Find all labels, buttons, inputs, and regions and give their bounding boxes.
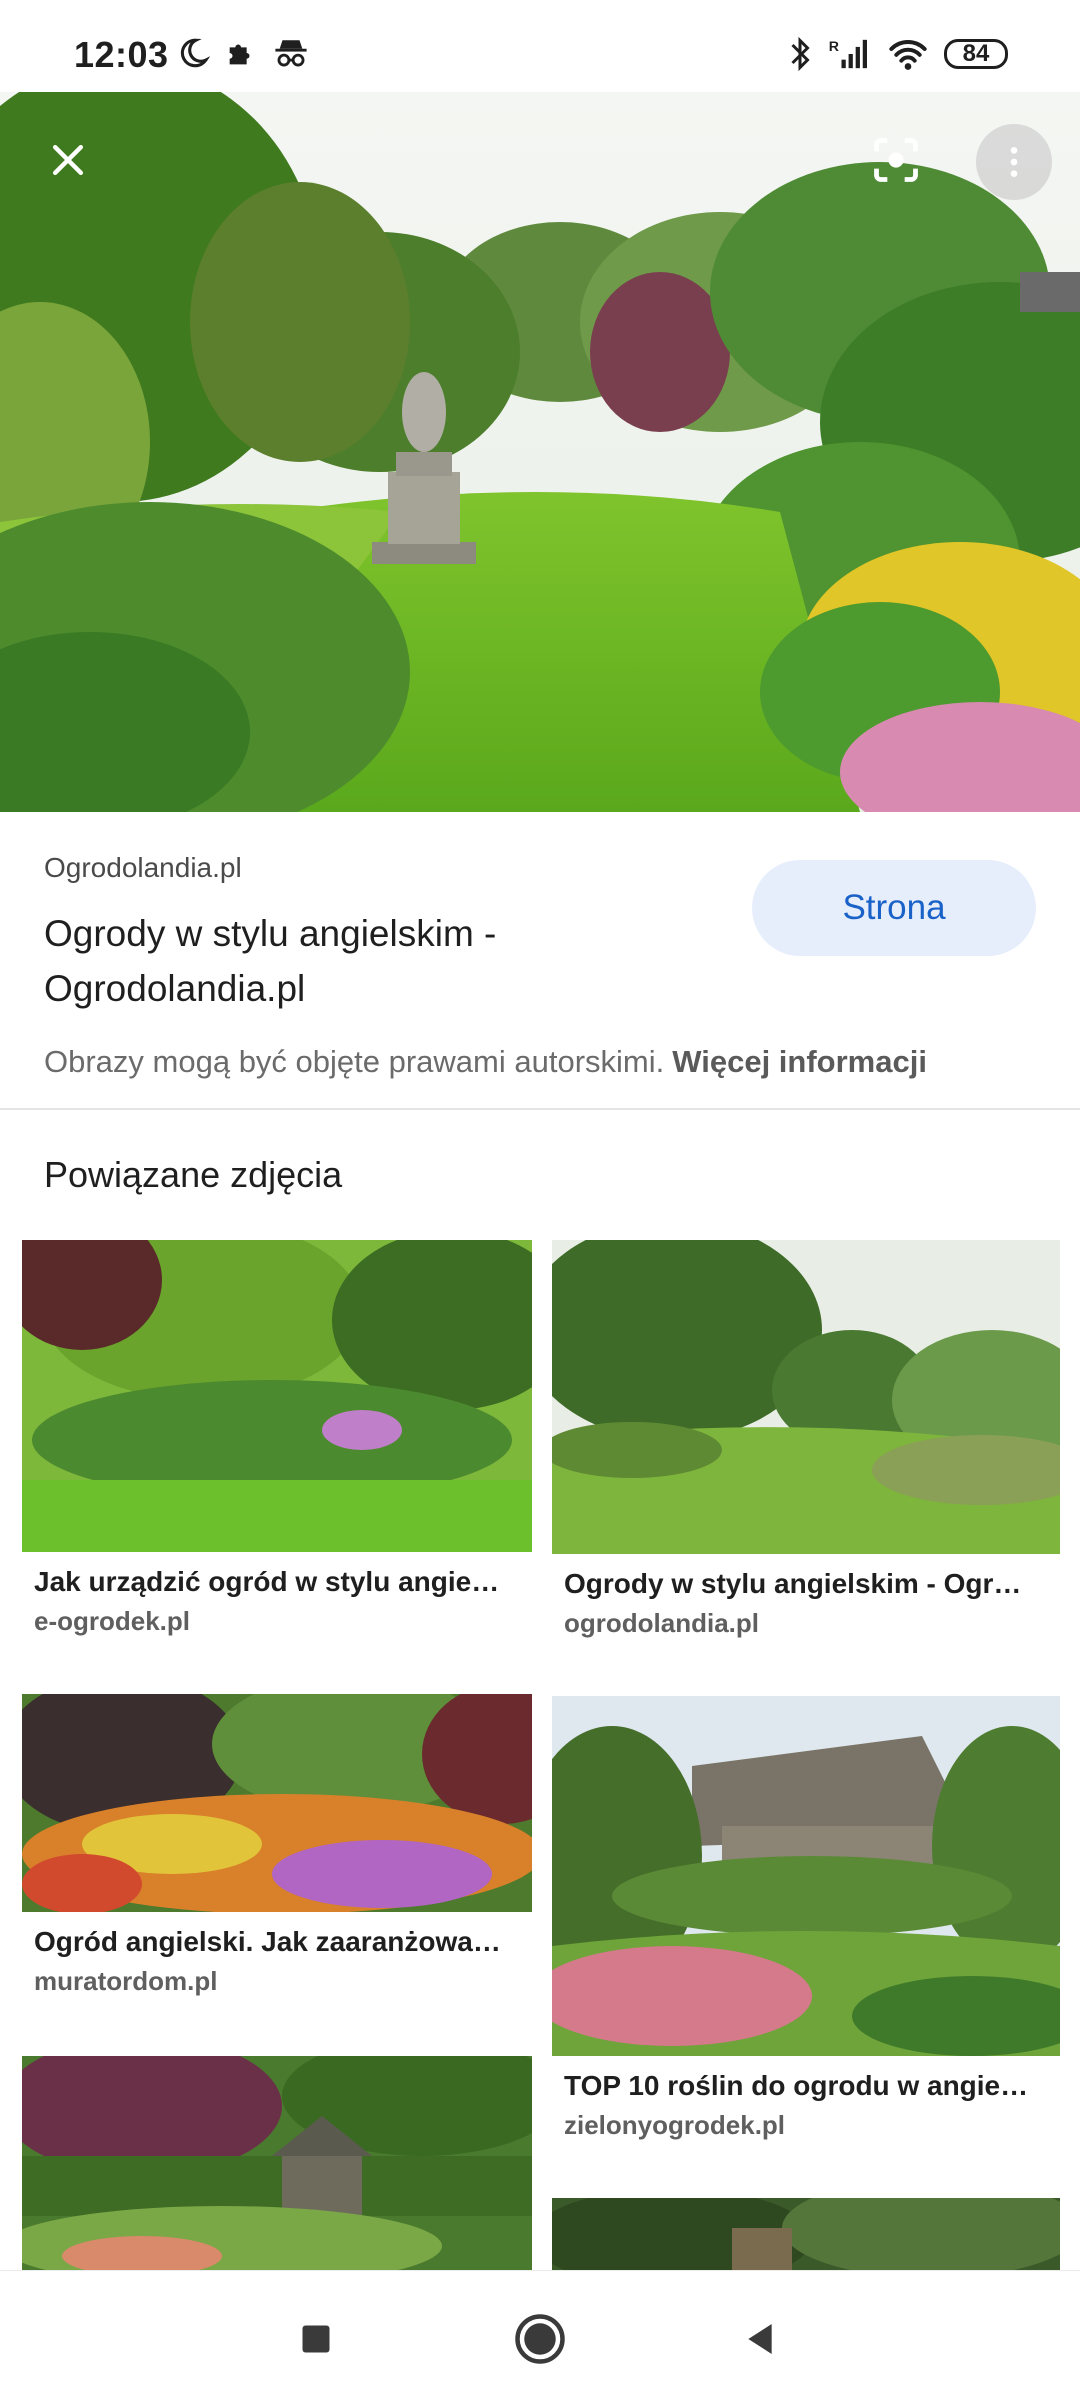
status-icons-right: R 84 (788, 36, 1008, 72)
bluetooth-icon (791, 36, 810, 72)
divider (0, 1108, 1080, 1110)
related-card[interactable]: Ogrody w stylu angielskim - Ogr… ogrodol… (552, 1240, 1060, 1639)
home-button[interactable] (500, 2299, 580, 2379)
puzzle-icon (229, 44, 250, 65)
more-options-button[interactable] (976, 124, 1052, 200)
related-title: Jak urządzić ogród w stylu angie… (34, 1566, 500, 1597)
related-title: TOP 10 roślin do ogrodu w angie… (564, 2070, 1029, 2101)
related-source: zielonyogrodek.pl (564, 2110, 786, 2140)
related-thumbnail (22, 1240, 532, 1552)
related-thumbnail (552, 1240, 1060, 1554)
back-button[interactable] (720, 2299, 800, 2379)
related-card[interactable] (22, 2056, 532, 2270)
square-icon (302, 2325, 330, 2353)
back-triangle-icon (748, 2324, 772, 2354)
source-name[interactable]: Ogrodolandia.pl (44, 852, 242, 884)
related-source: ogrodolandia.pl (564, 1608, 759, 1638)
related-source: e-ogrodek.pl (34, 1606, 191, 1636)
related-heading: Powiązane zdjęcia (44, 1154, 343, 1195)
related-thumbnail (22, 2056, 532, 2270)
battery-indicator: 84 (944, 39, 1008, 69)
lens-button[interactable] (860, 124, 932, 196)
status-bar: 12:03 R 84 (0, 0, 1080, 92)
more-vert-icon (1010, 147, 1018, 177)
close-icon (52, 144, 84, 176)
status-icons-left (176, 36, 310, 70)
related-thumbnail (552, 2198, 1060, 2270)
copyright-text: Obrazy mogą być objęte prawami autorskim… (44, 1044, 665, 1079)
related-source: muratordom.pl (34, 1966, 218, 1996)
related-card[interactable]: Ogród angielski. Jak zaaranżowa… murator… (22, 1694, 532, 1997)
close-button[interactable] (32, 124, 104, 196)
hero-image[interactable] (0, 92, 1080, 812)
related-thumbnail (22, 1694, 532, 1912)
lens-icon (874, 138, 918, 182)
system-nav-bar (0, 2270, 1080, 2401)
related-thumbnail (552, 1696, 1060, 2056)
signal-icon: R (829, 39, 867, 69)
related-card[interactable]: Jak urządzić ogród w stylu angie… e-ogro… (22, 1240, 532, 1637)
status-time: 12:03 (74, 34, 169, 75)
visit-site-button[interactable]: Strona (752, 860, 1036, 956)
copyright-notice: Obrazy mogą być objęte prawami autorskim… (44, 1044, 1044, 1080)
image-title[interactable]: Ogrody w stylu angielskim - Ogrodolandia… (44, 906, 724, 1016)
incognito-icon (275, 40, 307, 67)
related-title: Ogrody w stylu angielskim - Ogr… (564, 1568, 1022, 1599)
related-card[interactable]: TOP 10 roślin do ogrodu w angie… zielony… (552, 1696, 1060, 2141)
moon-icon (180, 38, 210, 68)
home-circle-icon (515, 2314, 565, 2364)
svg-text:R: R (829, 39, 839, 55)
related-title: Ogród angielski. Jak zaaranżowa… (34, 1926, 501, 1957)
related-card[interactable] (552, 2198, 1060, 2270)
more-info-link[interactable]: Więcej informacji (672, 1044, 927, 1079)
recents-button[interactable] (276, 2299, 356, 2379)
wifi-icon (889, 40, 927, 70)
